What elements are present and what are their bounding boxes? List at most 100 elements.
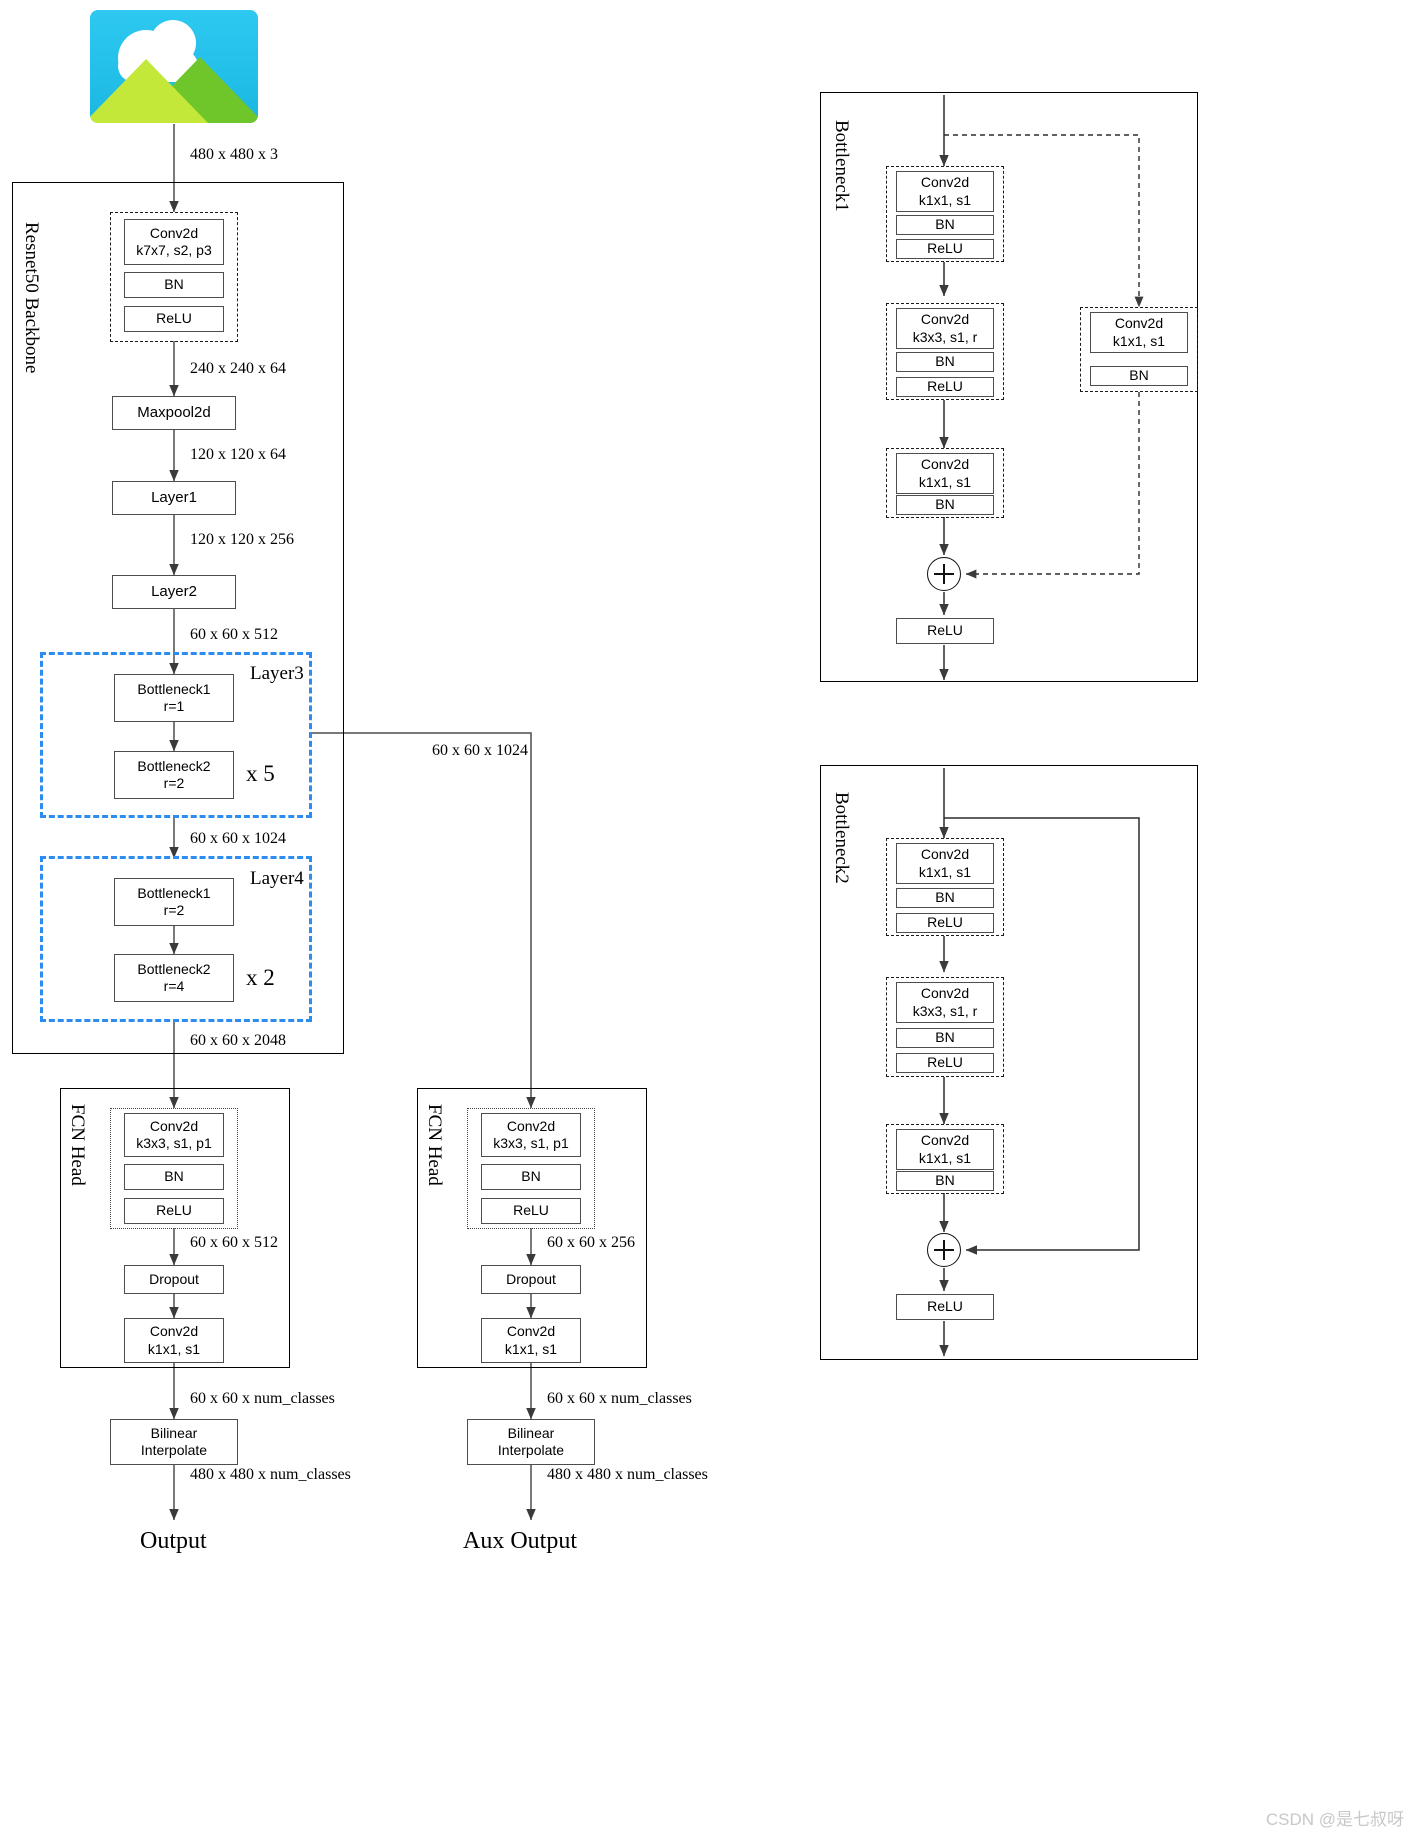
- bn1-g2-conv-params: k3x3, s1, r: [912, 328, 978, 345]
- bn1-g2-conv-box: Conv2d k3x3, s1, r: [896, 308, 994, 349]
- bn1-downsample-conv-params: k1x1, s1: [1112, 332, 1166, 349]
- layer3-bottleneck1-label: Bottleneck1: [137, 680, 211, 697]
- bn1-g2-bn-box: BN: [896, 352, 994, 372]
- aux-bilinear-line1: Bilinear: [507, 1424, 555, 1441]
- aux-head-conv-params: k3x3, s1, p1: [493, 1135, 569, 1151]
- layer4-bottleneck1-label: Bottleneck1: [137, 884, 211, 901]
- main-bilinear-line2: Interpolate: [140, 1442, 208, 1458]
- layer3-bottleneck1-box: Bottleneck1 r=1: [114, 674, 234, 722]
- main-head-dropout-box: Dropout: [124, 1265, 224, 1294]
- bn2-relu-out-box: ReLU: [896, 1294, 994, 1320]
- layer4-bottleneck1-box: Bottleneck1 r=2: [114, 878, 234, 926]
- layer4-repeat-count: x 2: [246, 965, 275, 990]
- edge-label-layer4-head: 60 x 60 x 2048: [190, 1032, 286, 1049]
- bottleneck2-title: Bottleneck2: [831, 792, 852, 884]
- edge-label-layer1-layer2: 120 x 120 x 256: [190, 531, 294, 548]
- layer3-name: Layer3: [250, 663, 304, 684]
- edge-label-aux-head-out: 60 x 60 x num_classes: [547, 1390, 692, 1407]
- layer3-bottleneck2-label: Bottleneck2: [137, 757, 211, 774]
- bn2-g3-conv-params: k1x1, s1: [918, 1149, 972, 1166]
- layer3-bottleneck2-box: Bottleneck2 r=2: [114, 751, 234, 799]
- main-head-conv-params: k3x3, s1, p1: [136, 1135, 212, 1151]
- bn1-g1-bn-box: BN: [896, 215, 994, 235]
- aux-output-label: Aux Output: [463, 1528, 577, 1554]
- edge-label-input: 480 x 480 x 3: [190, 146, 278, 163]
- bottleneck2-panel: [820, 765, 1198, 1360]
- bn1-downsample-bn-box: BN: [1090, 366, 1188, 386]
- layer3-bottleneck1-rate: r=1: [163, 698, 185, 714]
- edge-label-layer3-layer4: 60 x 60 x 1024: [190, 830, 286, 847]
- bn1-g1-conv-params: k1x1, s1: [918, 191, 972, 208]
- bn1-downsample-conv-box: Conv2d k1x1, s1: [1090, 312, 1188, 353]
- bn2-g2-conv-box: Conv2d k3x3, s1, r: [896, 982, 994, 1023]
- edge-label-aux-interp: 480 x 480 x num_classes: [547, 1466, 708, 1483]
- main-bilinear-line1: Bilinear: [150, 1424, 198, 1441]
- aux-head-conv-out-params: k1x1, s1: [504, 1340, 558, 1357]
- edge-label-main-head-conv: 60 x 60 x 512: [190, 1234, 278, 1251]
- aux-head-bn-box: BN: [481, 1164, 581, 1190]
- input-image-icon: [90, 10, 258, 123]
- aux-bilinear-line2: Interpolate: [497, 1442, 565, 1458]
- edge-label-main-head-out: 60 x 60 x num_classes: [190, 1390, 335, 1407]
- bn1-g3-conv-params: k1x1, s1: [918, 473, 972, 490]
- bn2-g2-conv-label: Conv2d: [920, 985, 970, 1002]
- bottleneck1-title: Bottleneck1: [831, 120, 852, 212]
- layer1-box: Layer1: [112, 481, 236, 515]
- layer3-repeat-count: x 5: [246, 761, 275, 786]
- aux-head-dropout-box: Dropout: [481, 1265, 581, 1294]
- bn2-g1-bn-box: BN: [896, 888, 994, 908]
- bn2-g2-conv-params: k3x3, s1, r: [912, 1002, 978, 1019]
- edge-label-stem-maxpool: 240 x 240 x 64: [190, 360, 286, 377]
- bn2-g2-bn-box: BN: [896, 1028, 994, 1048]
- bn1-g3-conv-box: Conv2d k1x1, s1: [896, 453, 994, 494]
- edge-label-aux-head-conv: 60 x 60 x 256: [547, 1234, 635, 1251]
- bn1-g2-relu-box: ReLU: [896, 377, 994, 397]
- bn1-g1-conv-box: Conv2d k1x1, s1: [896, 171, 994, 212]
- bn2-g1-conv-label: Conv2d: [920, 846, 970, 863]
- bn1-g3-conv-label: Conv2d: [920, 456, 970, 473]
- aux-head-conv-label: Conv2d: [506, 1117, 556, 1134]
- main-head-conv-out-box: Conv2d k1x1, s1: [124, 1318, 224, 1363]
- aux-head-conv-box: Conv2d k3x3, s1, p1: [481, 1113, 581, 1157]
- backbone-title: Resnet50 Backbone: [21, 222, 42, 374]
- stem-relu-box: ReLU: [124, 306, 224, 332]
- aux-fcn-head-title: FCN Head: [424, 1104, 445, 1186]
- maxpool-box: Maxpool2d: [112, 396, 236, 430]
- bn1-g2-conv-label: Conv2d: [920, 311, 970, 328]
- main-head-conv-out-label: Conv2d: [149, 1323, 199, 1340]
- edge-label-layer3-aux: 60 x 60 x 1024: [432, 742, 528, 759]
- main-head-relu-box: ReLU: [124, 1198, 224, 1224]
- bn2-g3-conv-box: Conv2d k1x1, s1: [896, 1129, 994, 1170]
- bottleneck1-sum-node: [927, 557, 961, 591]
- edge-label-layer2-layer3: 60 x 60 x 512: [190, 626, 278, 643]
- main-head-conv-label: Conv2d: [149, 1117, 199, 1134]
- bn2-g1-conv-params: k1x1, s1: [918, 863, 972, 880]
- layer2-box: Layer2: [112, 575, 236, 609]
- layer4-bottleneck1-rate: r=2: [163, 902, 185, 918]
- bn1-g1-relu-box: ReLU: [896, 239, 994, 259]
- main-output-label: Output: [140, 1528, 207, 1554]
- bn1-g3-bn-box: BN: [896, 495, 994, 515]
- bn1-downsample-conv-label: Conv2d: [1114, 315, 1164, 332]
- main-fcn-head-title: FCN Head: [67, 1104, 88, 1186]
- main-head-bn-box: BN: [124, 1164, 224, 1190]
- bn2-g1-conv-box: Conv2d k1x1, s1: [896, 843, 994, 884]
- bn1-relu-out-box: ReLU: [896, 618, 994, 644]
- bn1-g1-conv-label: Conv2d: [920, 174, 970, 191]
- bn2-g2-relu-box: ReLU: [896, 1053, 994, 1073]
- aux-head-conv-out-label: Conv2d: [506, 1323, 556, 1340]
- bottleneck2-sum-node: [927, 1233, 961, 1267]
- layer3-bottleneck2-rate: r=2: [163, 775, 185, 791]
- stem-conv-params: k7x7, s2, p3: [136, 242, 212, 258]
- layer4-bottleneck2-rate: r=4: [163, 978, 185, 994]
- aux-bilinear-box: Bilinear Interpolate: [467, 1419, 595, 1465]
- edge-label-maxpool-layer1: 120 x 120 x 64: [190, 446, 286, 463]
- layer4-bottleneck2-box: Bottleneck2 r=4: [114, 954, 234, 1002]
- main-bilinear-box: Bilinear Interpolate: [110, 1419, 238, 1465]
- edge-label-main-interp: 480 x 480 x num_classes: [190, 1466, 351, 1483]
- watermark-text: CSDN @是七叔呀: [1265, 1810, 1404, 1829]
- diagram-canvas: 480 x 480 x 3 Resnet50 Backbone Conv2d k…: [0, 0, 1422, 1844]
- bn2-g3-bn-box: BN: [896, 1171, 994, 1191]
- stem-conv-box: Conv2d k7x7, s2, p3: [124, 219, 224, 265]
- aux-head-conv-out-box: Conv2d k1x1, s1: [481, 1318, 581, 1363]
